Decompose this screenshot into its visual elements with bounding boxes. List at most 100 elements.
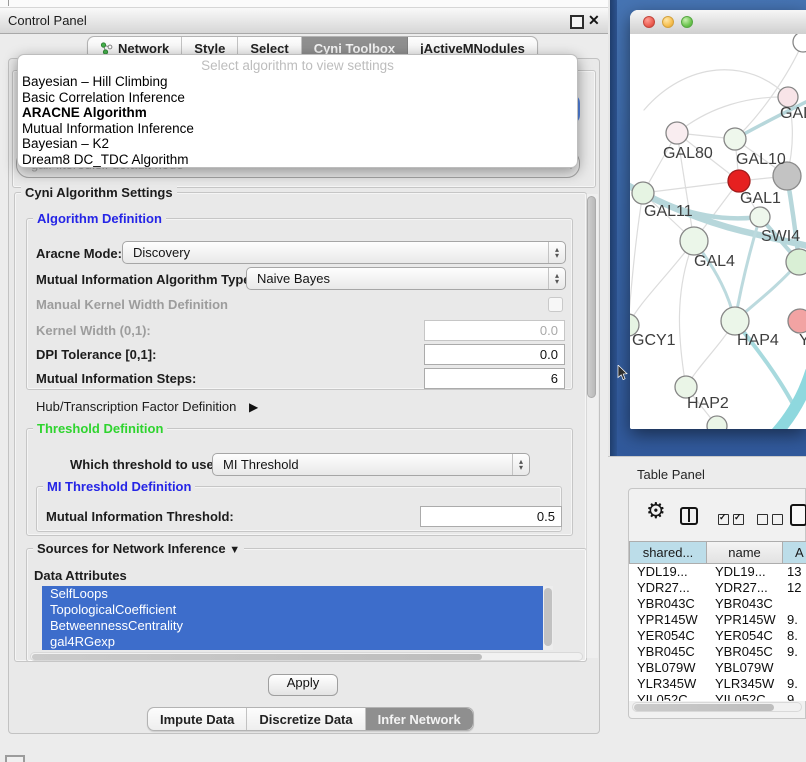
columns-icon[interactable]: [680, 507, 698, 525]
cell-value: 8.: [787, 628, 806, 644]
tab-discretize-data[interactable]: Discretize Data: [247, 708, 365, 730]
manual-kernel-width-checkbox[interactable]: [548, 297, 563, 312]
tab-discretize-data-label: Discretize Data: [259, 712, 352, 727]
network-node[interactable]: [721, 307, 749, 335]
tab-infer-network[interactable]: Infer Network: [366, 708, 473, 730]
data-attributes-list[interactable]: SelfLoops TopologicalCoefficient Between…: [42, 586, 553, 650]
algorithm-option-mutual-information[interactable]: Mutual Information Inference: [18, 121, 577, 137]
table-row[interactable]: YDL19... YDL19... 13: [629, 564, 806, 580]
minimize-traffic-light[interactable]: [662, 16, 674, 28]
sources-legend: Sources for Network Inference ▼: [33, 541, 244, 556]
column-header-shared-name-label: shared...: [643, 545, 694, 560]
kernel-width-label: Kernel Width (0,1):: [36, 323, 151, 338]
hide-columns-icon[interactable]: [757, 512, 787, 530]
table-row[interactable]: YBR045C YBR045C 9.: [629, 644, 806, 660]
show-selected-columns-icon[interactable]: [718, 512, 748, 530]
mi-steps-field[interactable]: 6: [424, 368, 565, 389]
table-panel-title: Table Panel: [637, 467, 705, 482]
network-node[interactable]: [666, 122, 688, 144]
list-horizontal-scrollbar-thumb[interactable]: [32, 654, 482, 660]
cell-name: YLR345W: [715, 676, 783, 692]
network-node[interactable]: [632, 182, 654, 204]
network-graph-icon: [100, 42, 113, 55]
cell-name: YPR145W: [715, 612, 783, 628]
expand-right-icon[interactable]: ▶: [249, 400, 258, 414]
hub-transcription-section[interactable]: Hub/Transcription Factor Definition ▶: [36, 399, 258, 414]
table-row[interactable]: YPR145W YPR145W 9.: [629, 612, 806, 628]
minimized-panel-icon[interactable]: [5, 755, 25, 762]
network-node[interactable]: [786, 249, 806, 275]
network-node[interactable]: [728, 170, 750, 192]
column-header-shared-name[interactable]: shared...: [629, 541, 707, 564]
which-threshold-combo[interactable]: MI Threshold: [212, 453, 530, 476]
network-node[interactable]: [778, 87, 798, 107]
network-edge[interactable]: [630, 241, 694, 325]
attribute-item-topologicalcoefficient[interactable]: TopologicalCoefficient: [42, 602, 551, 618]
table-row[interactable]: YDR27... YDR27... 12: [629, 580, 806, 596]
network-window-titlebar[interactable]: [630, 10, 806, 35]
table-settings-gear-icon[interactable]: ⚙: [646, 501, 666, 523]
table-row[interactable]: YIL052C YIL052C 9: [629, 692, 806, 701]
network-edge[interactable]: [677, 97, 788, 133]
zoom-traffic-light[interactable]: [681, 16, 693, 28]
algorithm-option-aracne[interactable]: ARACNE Algorithm: [18, 105, 577, 121]
settings-scrollbar-thumb[interactable]: [587, 196, 596, 398]
aracne-mode-value: Discovery: [123, 245, 548, 260]
network-edge[interactable]: [643, 181, 739, 193]
desktop-left-shade: [610, 0, 617, 456]
network-node-label: GAL4: [694, 253, 735, 270]
network-node-label: SWI4: [761, 228, 800, 245]
manual-kernel-width-label: Manual Kernel Width Definition: [36, 297, 228, 312]
algorithm-option-bayesian-k2[interactable]: Bayesian – K2: [18, 136, 577, 152]
cell-shared-name: YIL052C: [637, 692, 707, 701]
splitter-tick[interactable]: [8, 0, 9, 6]
network-node[interactable]: [793, 34, 806, 52]
tab-impute-data[interactable]: Impute Data: [148, 708, 247, 730]
mi-threshold-field[interactable]: 0.5: [420, 506, 562, 527]
column-header-name[interactable]: name: [707, 541, 783, 564]
mi-algorithm-type-label: Mutual Information Algorithm Type:: [36, 272, 255, 287]
new-table-icon[interactable]: [790, 504, 806, 526]
list-scrollbar-thumb[interactable]: [544, 588, 552, 646]
network-node[interactable]: [788, 309, 806, 333]
network-canvas[interactable]: GALGAL80GAL10GAL1GAL11SWI4GAL4GCY1HAP4YH…: [630, 34, 806, 429]
aracne-mode-combo[interactable]: Discovery: [122, 241, 566, 264]
network-node[interactable]: [724, 128, 746, 150]
table-horizontal-scrollbar-thumb[interactable]: [634, 704, 774, 711]
table-row[interactable]: YBL079W YBL079W: [629, 660, 806, 676]
attribute-item-selfloops[interactable]: SelfLoops: [42, 586, 551, 602]
mi-steps-label: Mutual Information Steps:: [36, 371, 196, 386]
collapse-down-icon[interactable]: ▼: [229, 544, 240, 556]
screen: Control Panel ✕ Network Style: [0, 0, 806, 762]
dpi-tolerance-field[interactable]: 0.0: [424, 344, 565, 365]
network-edge[interactable]: [679, 241, 694, 387]
dpi-tolerance-label: DPI Tolerance [0,1]:: [36, 347, 156, 362]
kernel-width-field[interactable]: 0.0: [424, 320, 565, 341]
network-node[interactable]: [680, 227, 708, 255]
network-node[interactable]: [750, 207, 770, 227]
float-window-icon[interactable]: [570, 15, 584, 29]
algorithm-option-dream8[interactable]: Dream8 DC_TDC Algorithm: [18, 152, 577, 168]
close-icon[interactable]: ✕: [588, 12, 600, 29]
table-row[interactable]: YBR043C YBR043C: [629, 596, 806, 612]
attribute-item-betweennesscentrality[interactable]: BetweennessCentrality: [42, 618, 551, 634]
apply-button[interactable]: Apply: [268, 674, 338, 696]
table-row[interactable]: YER054C YER054C 8.: [629, 628, 806, 644]
algorithm-option-bayesian-hill-climbing[interactable]: Bayesian – Hill Climbing: [18, 74, 577, 90]
algorithm-dropdown-popup: Select algorithm to view settings Bayesi…: [17, 54, 578, 168]
algorithm-definition-legend: Algorithm Definition: [33, 211, 166, 226]
cell-shared-name: YLR345W: [637, 676, 707, 692]
attribute-item-gal4rgexp[interactable]: gal4RGexp: [42, 634, 551, 650]
network-node-label: GAL1: [740, 190, 781, 207]
cell-name: YBR045C: [715, 644, 783, 660]
mi-algorithm-type-combo[interactable]: Naive Bayes: [246, 267, 566, 290]
table-rows[interactable]: YDL19... YDL19... 13 YDR27... YDR27... 1…: [629, 564, 806, 701]
apply-button-label: Apply: [287, 675, 320, 690]
algorithm-option-basic-correlation[interactable]: Basic Correlation Inference: [18, 90, 577, 106]
close-traffic-light[interactable]: [643, 16, 655, 28]
network-edge[interactable]: [768, 372, 806, 429]
columns-icon-divider: [688, 509, 691, 522]
cell-value: 12: [787, 580, 806, 596]
column-header-partial[interactable]: A: [783, 541, 806, 564]
table-row[interactable]: YLR345W YLR345W 9.: [629, 676, 806, 692]
